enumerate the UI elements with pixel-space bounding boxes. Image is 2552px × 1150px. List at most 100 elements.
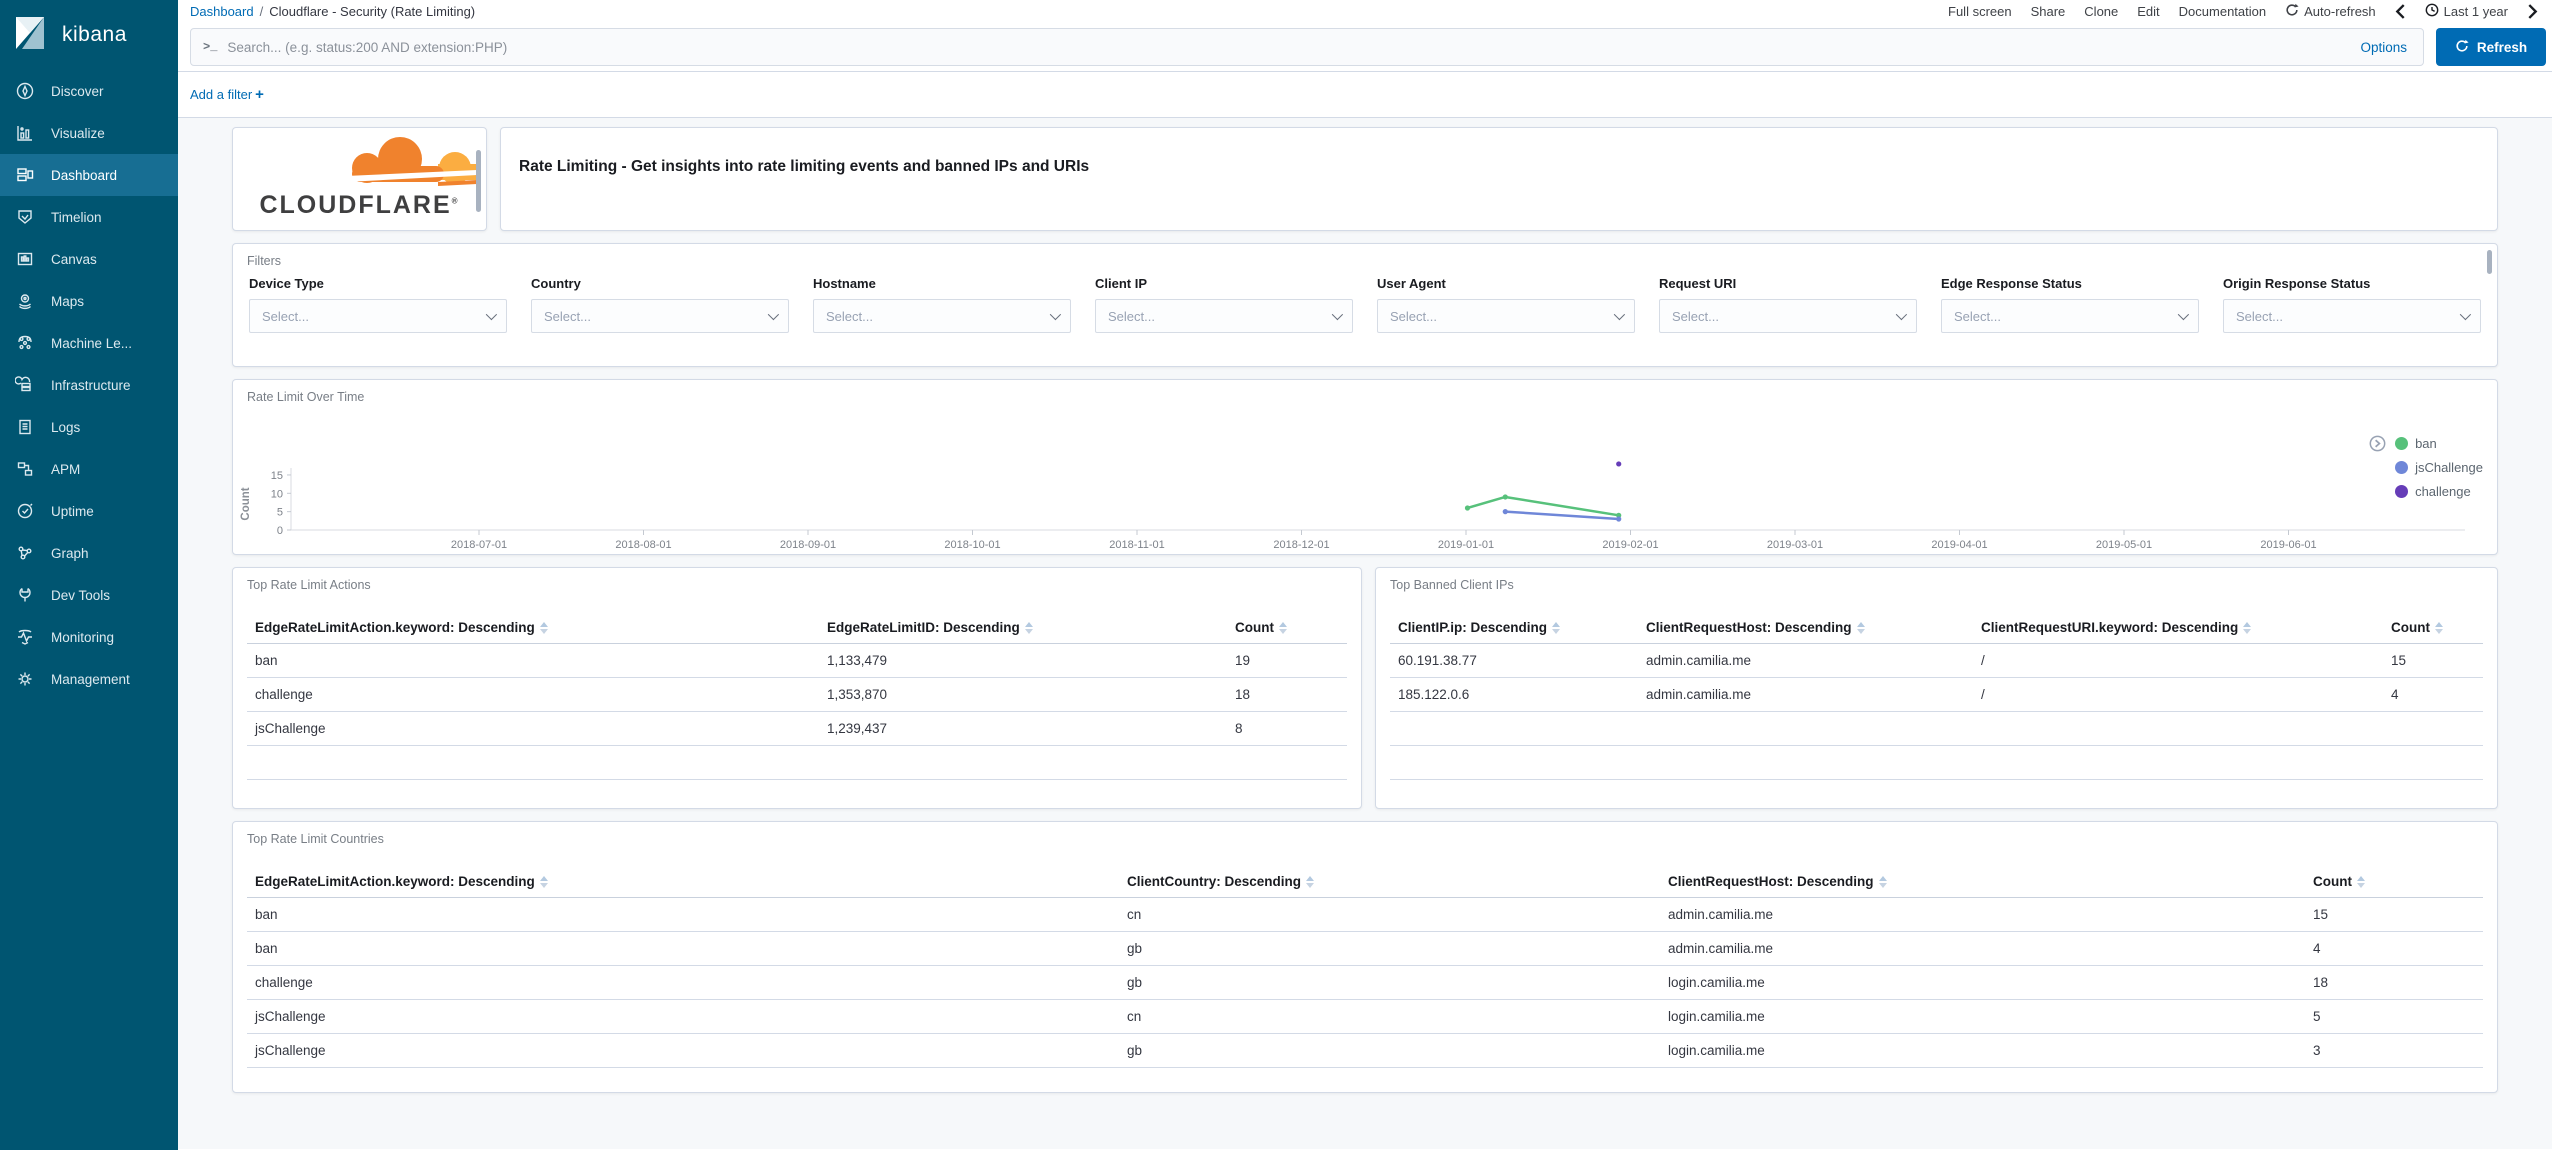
- empty-row: [247, 745, 1347, 780]
- timelion-icon: [14, 206, 36, 228]
- svg-text:2018-11-01: 2018-11-01: [1109, 539, 1164, 550]
- time-next-button[interactable]: [2527, 4, 2538, 19]
- table-cell: admin.camilia.me: [1660, 897, 2305, 932]
- table-row: ban cn admin.camilia.me 15: [247, 897, 2483, 932]
- add-filter-link[interactable]: Add a filter +: [190, 86, 264, 103]
- filters-row: Device Type Select... Country Select... Host…: [233, 268, 2497, 333]
- filter-select-origin-response-status[interactable]: Select...: [2223, 299, 2481, 333]
- sort-icon: [1856, 622, 1865, 635]
- filter-select-country[interactable]: Select...: [531, 299, 789, 333]
- sort-icon: [2243, 622, 2252, 635]
- canvas-icon: [14, 248, 36, 270]
- sidebar-item-label: Visualize: [51, 125, 105, 141]
- sidebar-item-graph[interactable]: Graph: [0, 532, 178, 574]
- sidebar-item-visualize[interactable]: Visualize: [0, 112, 178, 154]
- sidebar-item-dev-tools[interactable]: Dev Tools: [0, 574, 178, 616]
- sidebar-item-infrastructure[interactable]: Infrastructure: [0, 364, 178, 406]
- sidebar-item-management[interactable]: Management: [0, 658, 178, 700]
- legend-item-jsChallenge[interactable]: jsChallenge: [2395, 460, 2483, 475]
- compass-icon: [14, 80, 36, 102]
- chart-legend: ban jsChallenge challenge: [2369, 435, 2483, 508]
- filter-label: Hostname: [813, 276, 876, 291]
- sidebar-item-monitoring[interactable]: Monitoring: [0, 616, 178, 658]
- chevron-down-icon: [1331, 308, 1344, 321]
- table-cell: challenge: [247, 677, 819, 712]
- sidebar-item-apm[interactable]: APM: [0, 448, 178, 490]
- sidebar-item-label: Machine Le...: [51, 335, 133, 351]
- legend-item-challenge[interactable]: challenge: [2395, 484, 2483, 499]
- clone-button[interactable]: Clone: [2084, 4, 2118, 19]
- auto-refresh-icon: [2285, 3, 2299, 20]
- documentation-link[interactable]: Documentation: [2179, 4, 2266, 19]
- column-header[interactable]: Count: [2383, 614, 2483, 644]
- auto-refresh-button[interactable]: Auto-refresh: [2285, 3, 2376, 20]
- filter-group-origin-response-status: Origin Response Status Select...: [2223, 276, 2481, 333]
- filter-select-device-type[interactable]: Select...: [249, 299, 507, 333]
- uptime-icon: [14, 500, 36, 522]
- full-screen-button[interactable]: Full screen: [1948, 4, 2012, 19]
- share-button[interactable]: Share: [2031, 4, 2066, 19]
- column-header[interactable]: EdgeRateLimitAction.keyword: Descending: [247, 868, 1119, 898]
- chart-panel-title: Rate Limit Over Time: [247, 390, 365, 404]
- sidebar-item-uptime[interactable]: Uptime: [0, 490, 178, 532]
- table-cell: cn: [1119, 999, 1660, 1034]
- maps-icon: [14, 290, 36, 312]
- column-header[interactable]: ClientRequestHost: Descending: [1638, 614, 1973, 644]
- time-picker-button[interactable]: Last 1 year: [2425, 3, 2508, 20]
- sidebar-item-machine-le[interactable]: Machine Le...: [0, 322, 178, 364]
- table-cell: jsChallenge: [247, 1033, 1119, 1068]
- sidebar-item-maps[interactable]: Maps: [0, 280, 178, 322]
- column-header[interactable]: ClientRequestHost: Descending: [1660, 868, 2305, 898]
- svg-text:10: 10: [271, 488, 283, 500]
- sidebar-item-logs[interactable]: Logs: [0, 406, 178, 448]
- filters-panel: Filters Device Type Select... Country Selec…: [232, 243, 2498, 367]
- refresh-button[interactable]: Refresh: [2436, 28, 2546, 66]
- column-header[interactable]: EdgeRateLimitAction.keyword: Descending: [247, 614, 819, 644]
- column-header[interactable]: ClientCountry: Descending: [1119, 868, 1660, 898]
- filter-select-user-agent[interactable]: Select...: [1377, 299, 1635, 333]
- sort-icon: [2356, 876, 2365, 889]
- sidebar-item-discover[interactable]: Discover: [0, 70, 178, 112]
- svg-text:2018-10-01: 2018-10-01: [944, 539, 1000, 550]
- breadcrumb: Dashboard / Cloudflare - Security (Rate …: [190, 4, 475, 19]
- table-cell: /: [1973, 643, 2383, 678]
- dashboard-description-panel: Rate Limiting - Get insights into rate l…: [500, 127, 2498, 231]
- table-row: ban gb admin.camilia.me 4: [247, 931, 2483, 966]
- column-header[interactable]: EdgeRateLimitID: Descending: [819, 614, 1227, 644]
- sidebar-item-canvas[interactable]: Canvas: [0, 238, 178, 280]
- sidebar-item-label: Discover: [51, 83, 104, 99]
- sidebar-item-dashboard[interactable]: Dashboard: [0, 154, 178, 196]
- banned-ips-table-title: Top Banned Client IPs: [1390, 578, 1514, 592]
- table-cell: challenge: [247, 965, 1119, 1000]
- svg-text:2019-06-01: 2019-06-01: [2260, 539, 2316, 550]
- column-header[interactable]: Count: [1227, 614, 1347, 644]
- branding-scrollbar[interactable]: [476, 150, 481, 212]
- table-cell: 3: [2305, 1033, 2483, 1068]
- time-previous-button[interactable]: [2395, 4, 2406, 19]
- filter-group-client-ip: Client IP Select...: [1095, 276, 1353, 333]
- column-header[interactable]: ClientRequestURI.keyword: Descending: [1973, 614, 2383, 644]
- table-cell: login.camilia.me: [1660, 1033, 2305, 1068]
- table-row: jsChallenge 1,239,437 8: [247, 711, 1347, 746]
- breadcrumb-dashboard-link[interactable]: Dashboard: [190, 4, 254, 19]
- clock-icon: [2425, 3, 2439, 20]
- legend-item-ban[interactable]: ban: [2395, 436, 2483, 451]
- edit-button[interactable]: Edit: [2137, 4, 2159, 19]
- legend-collapse-icon[interactable]: [2369, 435, 2386, 457]
- filter-select-hostname[interactable]: Select...: [813, 299, 1071, 333]
- filter-label: Edge Response Status: [1941, 276, 2082, 291]
- filter-select-edge-response-status[interactable]: Select...: [1941, 299, 2199, 333]
- filters-scrollbar[interactable]: [2487, 250, 2492, 274]
- sidebar-item-timelion[interactable]: Timelion: [0, 196, 178, 238]
- column-header[interactable]: Count: [2305, 868, 2483, 898]
- search-input[interactable]: [227, 39, 2351, 55]
- table-cell: gb: [1119, 931, 1660, 966]
- kibana-logo[interactable]: kibana: [0, 0, 178, 70]
- sort-icon: [1306, 876, 1315, 889]
- banned-ips-table: ClientIP.ip: Descending ClientRequestHost…: [1376, 614, 2497, 780]
- filter-select-request-uri[interactable]: Select...: [1659, 299, 1917, 333]
- options-link[interactable]: Options: [2360, 40, 2407, 55]
- filter-select-client-ip[interactable]: Select...: [1095, 299, 1353, 333]
- sidebar-item-label: Management: [51, 671, 130, 687]
- column-header[interactable]: ClientIP.ip: Descending: [1390, 614, 1638, 644]
